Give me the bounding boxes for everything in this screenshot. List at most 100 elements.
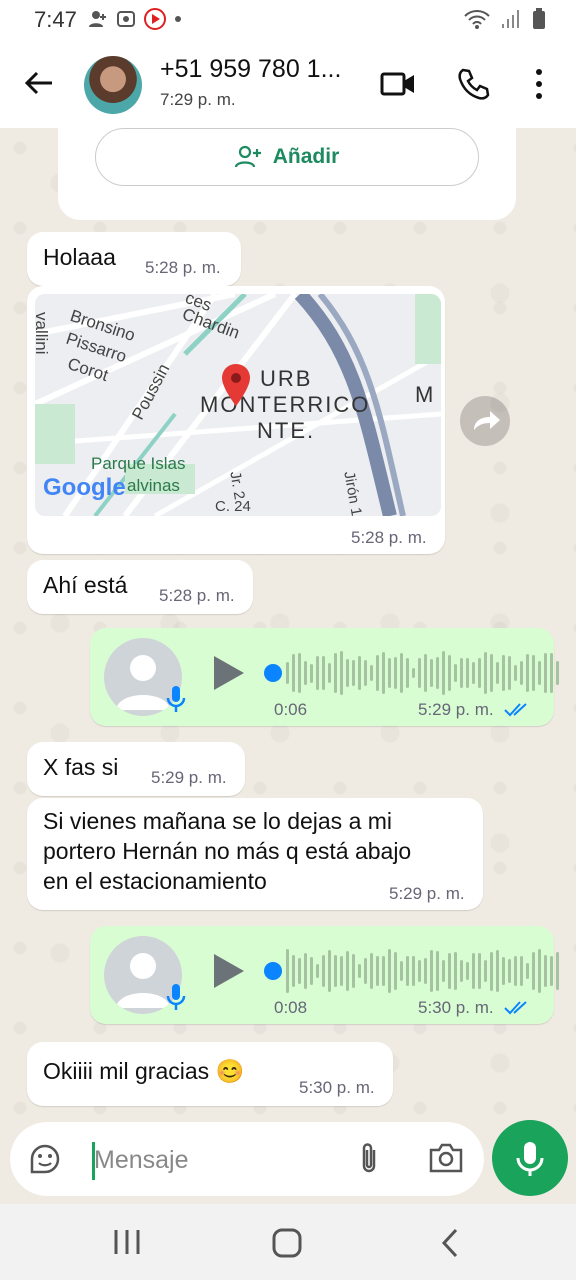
waveform-bar [556,661,559,685]
voice-duration: 0:06 [274,700,308,719]
waveform-bar [292,954,295,988]
map-park-label: Parque Islas [91,454,186,473]
clock: 7:47 [34,7,77,32]
waveform-bar [292,653,295,693]
message-line: portero Hernán no más q está abajo [43,838,412,864]
contact-name[interactable]: +51 959 780 1... [160,55,341,84]
waveform-bar [352,659,355,687]
waveform-bar [460,960,463,982]
home-icon[interactable] [272,1228,302,1258]
map-preview[interactable]: vallini ces Chardin Bronsino Pissarro Co… [35,294,441,516]
waveform-bar [502,957,505,985]
play-button[interactable] [214,954,244,988]
waveform-bar [472,661,475,685]
waveform-bar [538,660,541,685]
waveform-bar [400,961,403,981]
waveform-bar [520,956,523,986]
waveform-bar [544,652,547,694]
sticker-icon[interactable] [28,1142,62,1176]
youtube-icon [144,8,166,30]
more-options-icon[interactable] [524,66,554,102]
back-arrow-icon[interactable] [22,66,56,100]
waveform-bar [454,952,457,990]
waveform-bar [514,664,517,682]
waveform-bar [472,953,475,989]
waveform-bar [490,653,493,692]
waveform-bar [550,956,553,986]
waveform-bar [346,658,349,688]
waveform-bar [502,654,505,692]
message-composer: Mensaje [10,1122,484,1196]
waveform-bar [508,959,511,983]
message-bubble-in[interactable]: Ahí está 5:28 p. m. [27,560,253,614]
waveform-bar [448,952,451,990]
waveform-bar [514,955,517,987]
waveform-bar [382,956,385,986]
camera-icon[interactable] [428,1142,464,1174]
message-text: Okiiii mil gracias 😊 [43,1058,245,1084]
add-contact-button[interactable]: Añadir [95,128,479,186]
waveform-bar [526,653,529,693]
message-time: 5:30 p. m. [299,1078,375,1097]
waveform-bar [304,661,307,685]
attach-icon[interactable] [354,1140,384,1178]
map-label: M [415,382,434,407]
waveform-bar [412,667,415,679]
forward-button[interactable] [460,396,510,446]
system-navigation-bar [0,1204,576,1280]
waveform-bar [424,958,427,984]
message-time: 5:28 p. m. [145,258,221,277]
playback-position-dot[interactable] [264,664,282,682]
waveform-bar [508,655,511,691]
waveform-bar [430,950,433,992]
waveform-bar [556,952,559,990]
waveform-bar [520,661,523,685]
waveform-bar [466,657,469,689]
add-contact-icon [89,11,106,27]
message-bubble-in[interactable]: Holaaa 5:28 p. m. [27,232,241,286]
message-line: Si vienes mañana se lo dejas a mi [43,808,393,834]
waveform-bar [352,953,355,989]
message-bubble-in[interactable]: Si vienes mañana se lo dejas a mi porter… [27,798,483,910]
google-logo: Google [43,474,126,501]
voice-call-icon[interactable] [456,66,492,102]
add-person-icon [234,145,261,168]
chat-area[interactable]: Añadir Holaaa 5:28 p. m. vallini ces Cha… [0,128,576,1120]
nav-back-icon[interactable] [438,1228,462,1258]
waveform-bar [382,651,385,695]
waveform-bar [442,651,445,695]
waveform-bar [346,950,349,992]
waveform-bar [454,664,457,682]
waveform-bar [478,953,481,989]
video-call-icon[interactable] [380,66,416,102]
waveform-bar [370,952,373,989]
voice-message-out[interactable]: 0:08 5:30 p. m. [90,926,559,1024]
recent-apps-icon[interactable] [112,1228,142,1256]
play-button[interactable] [214,656,244,690]
waveform-bar [340,956,343,986]
waveform-bar [376,654,379,692]
waveform-bar [430,658,433,688]
waveform-bar [436,656,439,690]
message-time: 5:29 p. m. [389,884,465,903]
waveform-bar [496,949,499,993]
message-bubble-in[interactable]: Okiiii mil gracias 😊 5:30 p. m. [27,1042,393,1106]
contact-avatar[interactable] [84,56,142,114]
voice-message-out[interactable]: 0:06 5:29 p. m. [90,628,559,726]
waveform-bar [388,949,391,993]
waveform-bar [496,661,499,685]
waveform-bar [484,651,487,695]
waveform-bar [286,662,289,684]
playback-position-dot[interactable] [264,962,282,980]
location-message[interactable]: vallini ces Chardin Bronsino Pissarro Co… [27,286,445,554]
location-pin-icon [222,364,250,406]
message-input[interactable]: Mensaje [94,1146,189,1175]
mic-icon [516,1142,544,1176]
waveform-bar [484,960,487,982]
record-voice-button[interactable] [492,1120,568,1196]
waveform-bar [478,658,481,688]
waveform-bar [466,961,469,981]
waveform-bar [286,949,289,993]
waveform-bar [316,964,319,978]
message-bubble-in[interactable]: X fas si 5:29 p. m. [27,742,245,796]
